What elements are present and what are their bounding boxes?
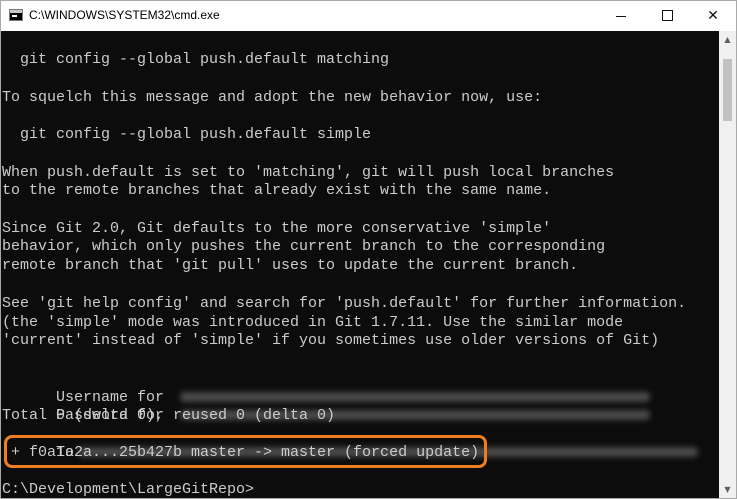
scrollbar-thumb[interactable] [723,59,732,121]
maximize-button[interactable] [644,1,690,31]
forced-update-highlight [4,435,487,468]
cmd-window: C:\WINDOWS\SYSTEM32\cmd.exe ✕ git config… [0,0,737,499]
console-output[interactable]: git config --global push.default matchin… [1,31,719,498]
maximize-icon [661,9,673,21]
console-line: git config --global push.default matchin… [2,51,390,68]
command-prompt[interactable]: C:\Development\LargeGitRepo> [2,480,254,498]
scroll-up-arrow-icon[interactable]: ▲ [719,31,736,48]
username-line: Username for [2,369,651,406]
console-line: Since Git 2.0, Git defaults to the more … [2,220,552,237]
console-line: (the 'simple' mode was introduced in Git… [2,314,624,331]
password-line: Password for [2,387,651,424]
console-line: 'current' instead of 'simple' if you som… [2,332,660,349]
close-button[interactable]: ✕ [690,1,736,31]
scroll-down-arrow-icon[interactable]: ▼ [719,481,736,498]
console-line: See 'git help config' and search for 'pu… [2,295,687,312]
minimize-icon [616,15,626,17]
console-line: Total 0 (delta 0), reused 0 (delta 0) [2,407,336,424]
console-line: behavior, which only pushes the current … [2,238,606,255]
vertical-scrollbar[interactable]: ▲ ▼ [719,31,736,498]
console-line: to the remote branches that already exis… [2,182,552,199]
console-line: To squelch this message and adopt the ne… [2,89,543,106]
window-title: C:\WINDOWS\SYSTEM32\cmd.exe [29,8,220,22]
console-line: git config --global push.default simple [2,126,372,143]
cmd-app-icon[interactable] [9,9,23,21]
console-line: When push.default is set to 'matching', … [2,164,615,181]
close-icon: ✕ [707,8,719,24]
minimize-button[interactable] [598,1,644,31]
console-line: remote branch that 'git pull' uses to up… [2,257,579,274]
title-bar[interactable]: C:\WINDOWS\SYSTEM32\cmd.exe ✕ [1,1,736,31]
